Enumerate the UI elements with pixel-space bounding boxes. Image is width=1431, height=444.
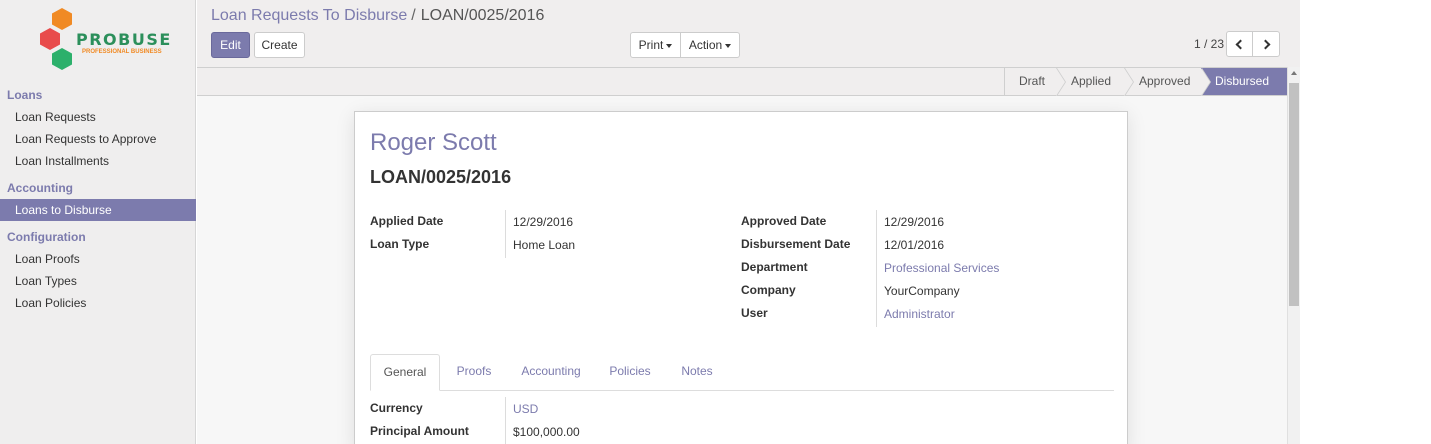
pager-previous-button[interactable] [1226, 31, 1253, 57]
chevron-left-icon [1235, 39, 1246, 50]
company-value: YourCompany [884, 284, 960, 298]
department-label: Department [741, 260, 808, 274]
borrower-name: Roger Scott [370, 129, 497, 156]
print-label: Print [638, 38, 664, 52]
currency-label: Currency [370, 401, 423, 415]
loan-type-value: Home Loan [513, 238, 576, 252]
user-label: User [741, 306, 768, 320]
stage-applied[interactable]: Applied [1056, 68, 1134, 96]
logo-hex-orange [52, 8, 72, 30]
action-label: Action [688, 38, 723, 52]
department-link[interactable]: Professional Services [884, 261, 999, 275]
caret-down-icon [725, 43, 732, 48]
tab-accounting[interactable]: Accounting [510, 354, 592, 391]
form-sheet: Roger Scott LOAN/0025/2016 Applied Date … [354, 111, 1128, 444]
currency-link[interactable]: USD [513, 402, 538, 416]
scroll-up-arrow-icon[interactable] [1291, 71, 1297, 75]
sidebar-item-loan-requests[interactable]: Loan Requests [0, 106, 196, 128]
sidebar-menu: Loans Loan Requests Loan Requests to App… [0, 84, 196, 314]
disbursement-date-value: 12/01/2016 [884, 238, 945, 252]
stage-draft[interactable]: Draft [1004, 68, 1066, 96]
pager-counter[interactable]: 1 / 23 [1194, 37, 1224, 51]
breadcrumb-separator: / [411, 7, 416, 24]
menu-section-configuration: Configuration [7, 230, 86, 244]
vertical-scrollbar[interactable] [1287, 67, 1300, 444]
pager-next-button[interactable] [1252, 31, 1280, 57]
stage-disbursed[interactable]: Disbursed [1201, 68, 1287, 95]
logo-hex-red [40, 28, 60, 50]
probuse-logo[interactable]: PROBUSE PROFESSIONAL BUSINESS [36, 6, 170, 72]
company-label: Company [741, 283, 796, 297]
create-button[interactable]: Create [254, 32, 305, 58]
sidebar: PROBUSE PROFESSIONAL BUSINESS Loans Loan… [0, 0, 196, 444]
principal-amount-label: Principal Amount [370, 424, 469, 438]
sidebar-item-loan-installments[interactable]: Loan Installments [0, 150, 196, 172]
logo-tagline: PROFESSIONAL BUSINESS [82, 49, 162, 55]
logo-hex-green [52, 48, 72, 70]
edit-button[interactable]: Edit [211, 32, 250, 58]
applied-date-value: 12/29/2016 [513, 215, 574, 229]
sidebar-item-loan-requests-to-approve[interactable]: Loan Requests to Approve [0, 128, 196, 150]
logo-brand-text: PROBUSE [76, 30, 172, 49]
loan-type-label: Loan Type [370, 237, 430, 251]
stage-approved[interactable]: Approved [1124, 68, 1211, 96]
sidebar-item-loan-proofs[interactable]: Loan Proofs [0, 248, 196, 270]
action-dropdown-button[interactable]: Action [680, 32, 740, 58]
sidebar-item-loans-to-disburse[interactable]: Loans to Disburse [0, 199, 196, 221]
notebook-tabs: General Proofs Accounting Policies Notes [370, 354, 1114, 391]
breadcrumb-current: LOAN/0025/2016 [420, 7, 545, 24]
menu-section-loans: Loans [7, 88, 43, 102]
tab-proofs[interactable]: Proofs [446, 354, 502, 391]
user-link[interactable]: Administrator [884, 307, 955, 321]
chevron-right-icon [1260, 39, 1270, 50]
caret-down-icon [666, 43, 673, 48]
approved-date-label: Approved Date [741, 214, 827, 228]
sidebar-item-loan-types[interactable]: Loan Types [0, 270, 196, 292]
tab-notes[interactable]: Notes [670, 354, 724, 391]
control-panel: Loan Requests To Disburse / LOAN/0025/2016… [197, 0, 1300, 67]
menu-section-accounting: Accounting [7, 181, 73, 195]
loan-reference: LOAN/0025/2016 [370, 167, 512, 187]
statusbar: Draft Applied Approved Disbursed [197, 67, 1287, 96]
breadcrumb-parent-link[interactable]: Loan Requests To Disburse [211, 7, 407, 24]
breadcrumb: Loan Requests To Disburse / LOAN/0025/2016 [211, 7, 544, 25]
applied-date-label: Applied Date [370, 214, 444, 228]
blank-area [1300, 0, 1431, 444]
scrollbar-thumb[interactable] [1289, 83, 1299, 306]
tab-general[interactable]: General [370, 354, 440, 391]
disbursement-date-label: Disbursement Date [741, 237, 851, 251]
sidebar-item-loan-policies[interactable]: Loan Policies [0, 292, 196, 314]
tab-policies[interactable]: Policies [598, 354, 662, 391]
principal-amount-value: $100,000.00 [513, 425, 580, 439]
approved-date-value: 12/29/2016 [884, 215, 945, 229]
print-dropdown-button[interactable]: Print [630, 32, 681, 58]
